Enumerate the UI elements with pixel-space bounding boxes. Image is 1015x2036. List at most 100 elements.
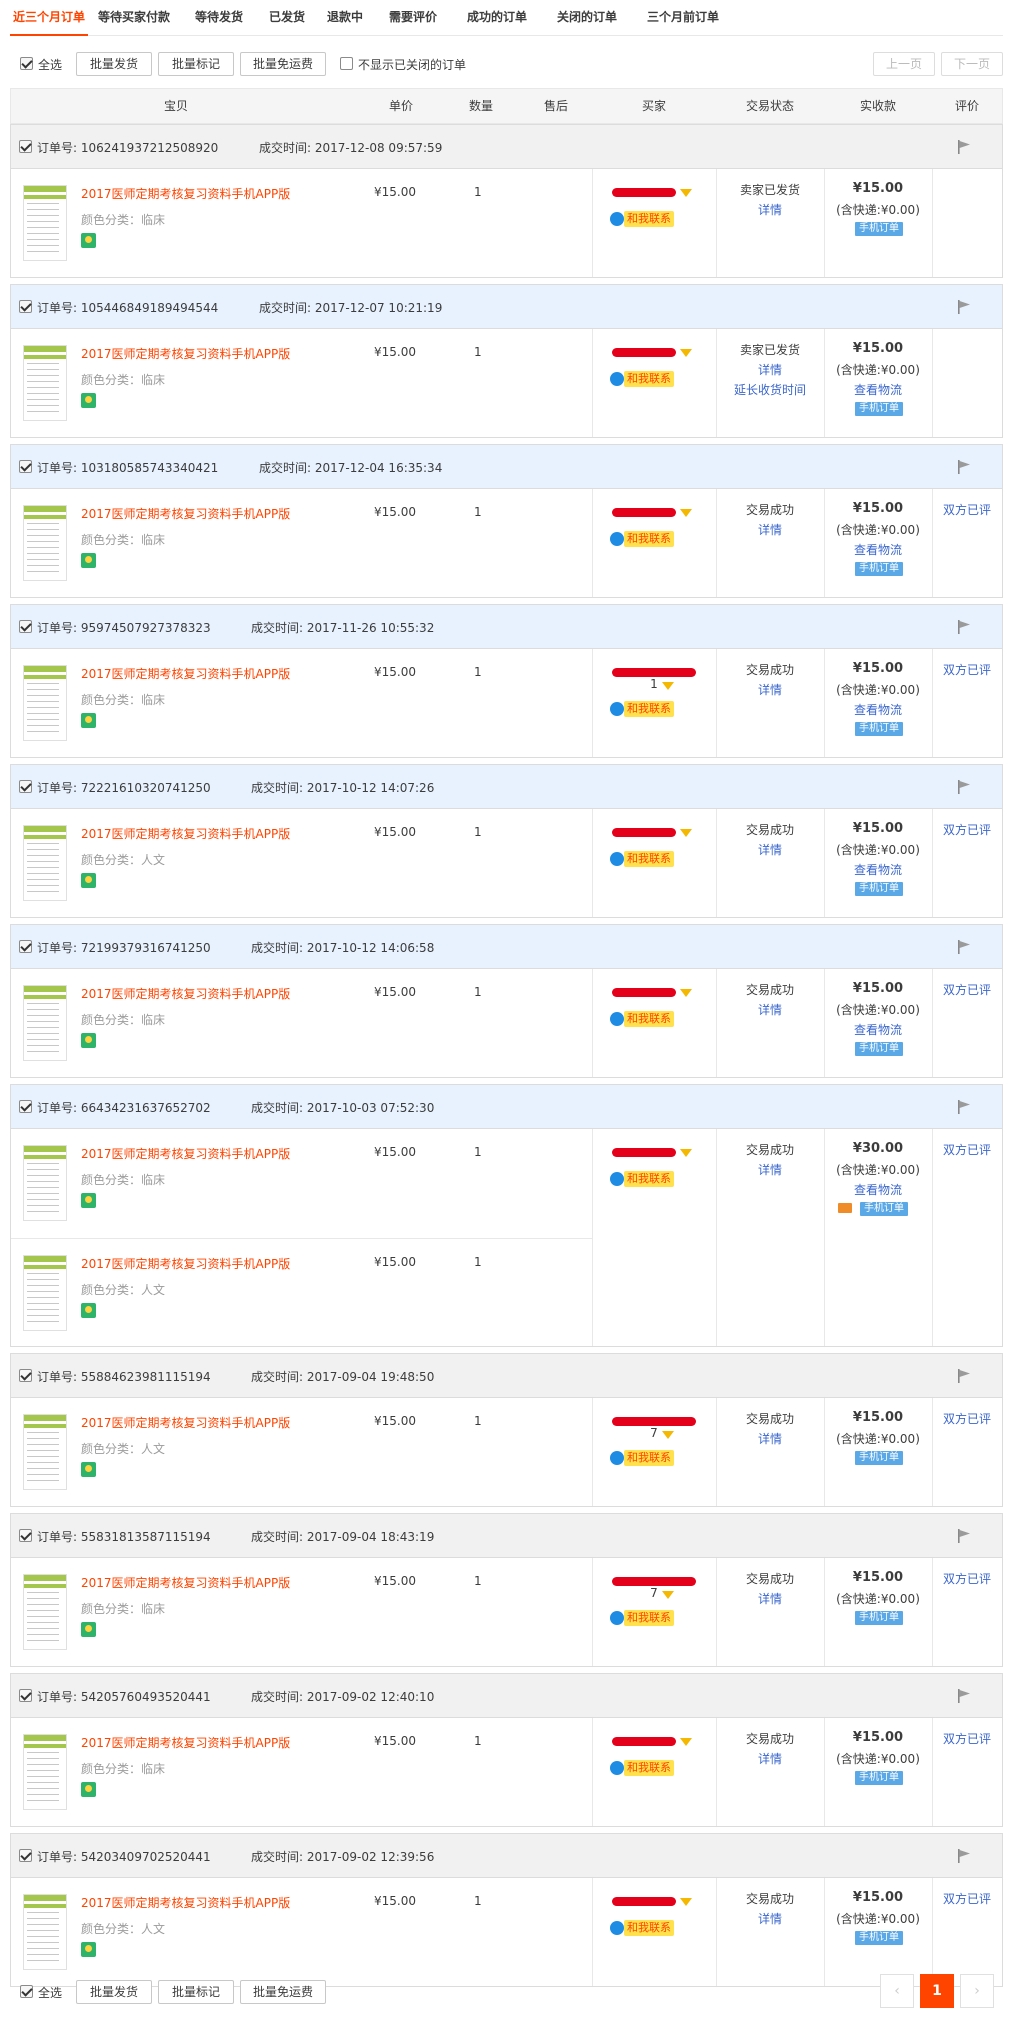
buyer-name-redacted[interactable]: [612, 828, 676, 837]
tab-successful[interactable]: 成功的订单: [452, 0, 542, 36]
tab-needs-review[interactable]: 需要评价: [374, 0, 452, 36]
review-status-link[interactable]: 双方已评: [932, 1570, 1002, 1587]
product-thumbnail[interactable]: [23, 505, 67, 581]
batch-free-shipping-button[interactable]: 批量免运费: [240, 52, 326, 76]
product-thumbnail[interactable]: [23, 1255, 67, 1331]
order-checkbox[interactable]: [19, 140, 32, 153]
order-detail-link[interactable]: 详情: [716, 681, 824, 698]
product-title-link[interactable]: 2017医师定期考核复习资料手机APP版: [81, 345, 290, 362]
tab-older-than-3-months[interactable]: 三个月前订单: [632, 0, 734, 36]
view-logistics-link[interactable]: 查看物流: [824, 701, 932, 718]
review-status-link[interactable]: 双方已评: [932, 661, 1002, 678]
filter-icon[interactable]: [680, 189, 692, 197]
order-checkbox[interactable]: [19, 460, 32, 473]
tab-shipped[interactable]: 已发货: [258, 0, 316, 36]
flag-icon[interactable]: [956, 139, 972, 155]
view-logistics-link[interactable]: 查看物流: [824, 861, 932, 878]
filter-icon[interactable]: [662, 1591, 674, 1599]
prev-page-button[interactable]: 上一页: [873, 52, 935, 76]
flag-icon[interactable]: [956, 1368, 972, 1384]
product-title-link[interactable]: 2017医师定期考核复习资料手机APP版: [81, 825, 290, 842]
buyer-name-redacted[interactable]: [612, 1148, 676, 1157]
review-status-link[interactable]: 双方已评: [932, 1890, 1002, 1907]
order-checkbox[interactable]: [19, 1689, 32, 1702]
order-checkbox[interactable]: [19, 1369, 32, 1382]
order-detail-link[interactable]: 详情: [716, 521, 824, 538]
product-thumbnail[interactable]: [23, 825, 67, 901]
review-status-link[interactable]: 双方已评: [932, 981, 1002, 998]
order-detail-link[interactable]: 详情: [716, 1430, 824, 1447]
filter-icon[interactable]: [680, 1898, 692, 1906]
tab-awaiting-shipment[interactable]: 等待发货: [180, 0, 258, 36]
buyer-name-redacted[interactable]: [612, 668, 696, 677]
product-thumbnail[interactable]: [23, 1894, 67, 1970]
flag-icon[interactable]: [956, 1688, 972, 1704]
product-title-link[interactable]: 2017医师定期考核复习资料手机APP版: [81, 665, 290, 682]
filter-icon[interactable]: [680, 989, 692, 997]
batch-mark-button[interactable]: 批量标记: [158, 52, 234, 76]
tab-closed[interactable]: 关闭的订单: [542, 0, 632, 36]
order-checkbox[interactable]: [19, 620, 32, 633]
flag-icon[interactable]: [956, 1528, 972, 1544]
next-page-button[interactable]: 下一页: [941, 52, 1003, 76]
flag-icon[interactable]: [956, 299, 972, 315]
view-logistics-link[interactable]: 查看物流: [824, 541, 932, 558]
product-thumbnail[interactable]: [23, 1145, 67, 1221]
product-thumbnail[interactable]: [23, 985, 67, 1061]
tab-refunding[interactable]: 退款中: [316, 0, 374, 36]
product-title-link[interactable]: 2017医师定期考核复习资料手机APP版: [81, 505, 290, 522]
order-detail-link[interactable]: 详情: [716, 1001, 824, 1018]
product-title-link[interactable]: 2017医师定期考核复习资料手机APP版: [81, 1145, 290, 1162]
flag-icon[interactable]: [956, 459, 972, 475]
tab-awaiting-payment[interactable]: 等待买家付款: [88, 0, 180, 36]
pagination-prev[interactable]: ‹: [880, 1974, 914, 2008]
review-status-link[interactable]: 双方已评: [932, 1410, 1002, 1427]
buyer-name-redacted[interactable]: [612, 988, 676, 997]
flag-icon[interactable]: [956, 779, 972, 795]
order-detail-link[interactable]: 详情: [716, 1590, 824, 1607]
order-checkbox[interactable]: [19, 300, 32, 313]
buyer-name-redacted[interactable]: [612, 348, 676, 357]
flag-icon[interactable]: [956, 939, 972, 955]
order-checkbox[interactable]: [19, 1100, 32, 1113]
order-checkbox[interactable]: [19, 940, 32, 953]
filter-icon[interactable]: [680, 349, 692, 357]
order-detail-link[interactable]: 详情: [716, 361, 824, 378]
buyer-name-redacted[interactable]: [612, 1897, 676, 1906]
buyer-name-redacted[interactable]: [612, 1417, 696, 1426]
order-detail-link[interactable]: 详情: [716, 1161, 824, 1178]
order-detail-link[interactable]: 详情: [716, 1910, 824, 1927]
product-title-link[interactable]: 2017医师定期考核复习资料手机APP版: [81, 1414, 290, 1431]
buyer-name-redacted[interactable]: [612, 508, 676, 517]
product-title-link[interactable]: 2017医师定期考核复习资料手机APP版: [81, 1255, 290, 1272]
order-checkbox[interactable]: [19, 1849, 32, 1862]
batch-ship-button-bottom[interactable]: 批量发货: [76, 1980, 152, 2004]
flag-icon[interactable]: [956, 1848, 972, 1864]
review-status-link[interactable]: 双方已评: [932, 821, 1002, 838]
order-detail-link[interactable]: 详情: [716, 841, 824, 858]
view-logistics-link[interactable]: 查看物流: [824, 1021, 932, 1038]
product-thumbnail[interactable]: [23, 1414, 67, 1490]
product-thumbnail[interactable]: [23, 185, 67, 261]
order-checkbox[interactable]: [19, 1529, 32, 1542]
tab-recent-3-months[interactable]: 近三个月订单: [10, 0, 88, 36]
flag-icon[interactable]: [956, 1099, 972, 1115]
filter-icon[interactable]: [662, 1431, 674, 1439]
pagination-next[interactable]: ›: [960, 1974, 994, 2008]
product-title-link[interactable]: 2017医师定期考核复习资料手机APP版: [81, 985, 290, 1002]
buyer-name-redacted[interactable]: [612, 1577, 696, 1586]
view-logistics-link[interactable]: 查看物流: [824, 1181, 932, 1198]
product-title-link[interactable]: 2017医师定期考核复习资料手机APP版: [81, 185, 290, 202]
hide-closed-checkbox[interactable]: [340, 57, 353, 70]
select-all-checkbox-bottom[interactable]: [20, 1985, 33, 1998]
select-all-checkbox[interactable]: [20, 57, 33, 70]
review-status-link[interactable]: 双方已评: [932, 1141, 1002, 1158]
product-thumbnail[interactable]: [23, 345, 67, 421]
review-status-link[interactable]: 双方已评: [932, 1730, 1002, 1747]
view-logistics-link[interactable]: 查看物流: [824, 381, 932, 398]
filter-icon[interactable]: [680, 509, 692, 517]
product-thumbnail[interactable]: [23, 665, 67, 741]
product-thumbnail[interactable]: [23, 1734, 67, 1810]
order-checkbox[interactable]: [19, 780, 32, 793]
order-detail-link[interactable]: 详情: [716, 201, 824, 218]
